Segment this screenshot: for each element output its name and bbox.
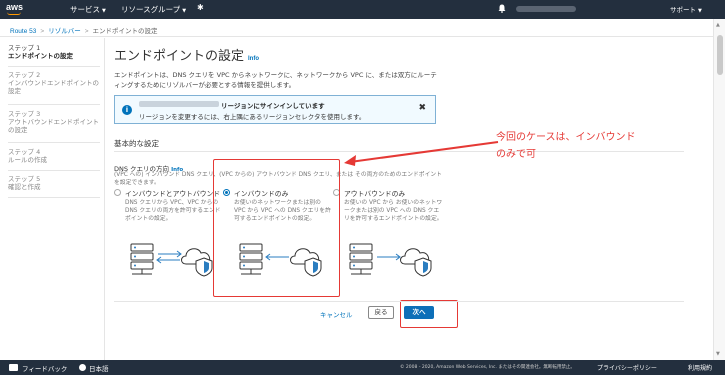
annotation-text: 今回のケースは、インバウンド のみで可 xyxy=(496,129,636,163)
account-menu[interactable] xyxy=(516,6,576,12)
step-name: ルールの作成 xyxy=(8,156,47,164)
info-circle-icon: i xyxy=(122,105,132,115)
annotation-arrow-icon xyxy=(344,141,499,166)
divider xyxy=(8,104,100,105)
option-title: インバウンドとアウトバウンド xyxy=(125,190,221,198)
scroll-down-icon[interactable]: ▼ xyxy=(716,351,720,357)
services-menu[interactable]: サービス ▼ xyxy=(70,4,106,15)
divider xyxy=(0,36,725,37)
server-cloud-shield-icon xyxy=(130,243,213,277)
alert-text: リージョンを変更するには、右上隅にあるリージョンセレクタを使用します。 xyxy=(139,113,366,121)
highlight-inbound-option xyxy=(213,159,340,297)
copyright-text: © 2008 - 2020, Amazon Web Services, Inc.… xyxy=(400,365,575,370)
close-icon[interactable]: ✖ xyxy=(418,103,426,113)
region-name-redacted xyxy=(139,101,219,107)
chevron-down-icon: ▼ xyxy=(698,8,702,14)
wizard-steps: ステップ 1 エンドポイントの設定 ステップ 2 インバウンドエンドポイントの設… xyxy=(0,38,103,358)
alert-title: リージョンにサインインしています xyxy=(221,102,325,110)
next-button[interactable]: 次へ xyxy=(404,306,434,319)
bottom-bar: フィードバック 日本語 © 2008 - 2020, Amazon Web Se… xyxy=(0,360,725,375)
scroll-up-icon[interactable]: ▲ xyxy=(716,22,720,28)
aws-logo-smile-icon xyxy=(7,12,21,15)
option-description: お使いの VPC から お使いのネットワークまたは別の VPC への DNS ク… xyxy=(344,200,443,222)
annotation-line-2: のみで可 xyxy=(496,149,536,160)
cancel-button[interactable]: キャンセル xyxy=(320,309,353,319)
page-description: エンドポイントは、DNS クエリを VPC からネットワークに、ネットワークから… xyxy=(114,71,437,89)
radio-inbound-outbound[interactable] xyxy=(114,189,121,196)
option-title: アウトバウンドのみ xyxy=(344,190,406,198)
chevron-right-icon: > xyxy=(84,28,89,35)
breadcrumb-route53[interactable]: Route 53 xyxy=(10,28,36,35)
feedback-button[interactable]: フィードバック xyxy=(22,363,67,373)
step-name: アウトバウンドエンドポイントの設定 xyxy=(8,118,99,134)
pin-icon[interactable]: ✱ xyxy=(197,3,204,12)
section-title: 基本的な設定 xyxy=(114,139,159,148)
step-number: ステップ 1 xyxy=(8,44,41,52)
step-5[interactable]: ステップ 5 確認と作成 xyxy=(8,175,100,191)
divider xyxy=(8,170,100,171)
step-name: 確認と作成 xyxy=(8,183,41,191)
divider xyxy=(8,142,100,143)
chevron-down-icon: ▼ xyxy=(102,8,106,14)
back-button[interactable]: 戻る xyxy=(368,306,394,319)
divider xyxy=(8,66,100,67)
step-2[interactable]: ステップ 2 インバウンドエンドポイントの設定 xyxy=(8,71,100,95)
language-selector[interactable]: 日本語 xyxy=(89,363,109,373)
page-title: エンドポイントの設定 Info xyxy=(114,45,259,64)
resource-groups-label: リソースグループ xyxy=(121,5,181,14)
support-menu[interactable]: サポート ▼ xyxy=(670,4,702,14)
divider xyxy=(104,38,105,360)
bell-icon[interactable] xyxy=(498,4,506,13)
scrollbar-thumb[interactable] xyxy=(717,35,723,75)
terms-link[interactable]: 利用規約 xyxy=(688,363,712,372)
chevron-down-icon: ▼ xyxy=(182,8,187,14)
step-4[interactable]: ステップ 4 ルールの作成 xyxy=(8,148,100,164)
server-cloud-shield-icon xyxy=(349,243,432,277)
step-number: ステップ 3 xyxy=(8,110,41,118)
step-name: インバウンドエンドポイントの設定 xyxy=(8,79,99,95)
globe-icon xyxy=(79,364,86,371)
breadcrumb-current: エンドポイントの設定 xyxy=(92,28,158,35)
step-name: エンドポイントの設定 xyxy=(8,52,73,60)
services-label: サービス xyxy=(70,5,100,14)
chevron-right-icon: > xyxy=(40,28,45,35)
vertical-scrollbar[interactable]: ▲ ▼ xyxy=(713,19,725,360)
feedback-icon xyxy=(9,364,18,371)
annotation-line-1: 今回のケースは、インバウンド xyxy=(496,132,636,143)
breadcrumb-resolver[interactable]: リゾルバー xyxy=(48,28,81,35)
option-description: DNS クエリから VPC、VPC からの DNS クエリの両方を許可するエンド… xyxy=(125,200,221,222)
divider xyxy=(8,197,100,198)
step-3[interactable]: ステップ 3 アウトバウンドエンドポイントの設定 xyxy=(8,110,100,134)
step-number: ステップ 4 xyxy=(8,148,41,156)
aws-logo[interactable]: aws xyxy=(6,2,23,12)
divider xyxy=(114,301,684,302)
top-navigation: aws サービス ▼ リソースグループ ▼ ✱ サポート ▼ xyxy=(0,0,725,19)
step-number: ステップ 2 xyxy=(8,71,41,79)
step-1[interactable]: ステップ 1 エンドポイントの設定 xyxy=(8,44,100,60)
support-label: サポート xyxy=(670,6,696,14)
region-alert: i リージョンにサインインしています リージョンを変更するには、右上隅にあるリー… xyxy=(114,95,436,124)
breadcrumb: Route 53 > リゾルバー > エンドポイントの設定 xyxy=(10,25,157,35)
resource-groups-menu[interactable]: リソースグループ ▼ xyxy=(121,4,186,15)
privacy-policy-link[interactable]: プライバシーポリシー xyxy=(597,363,657,372)
page-title-text: エンドポイントの設定 xyxy=(114,48,245,63)
step-number: ステップ 5 xyxy=(8,175,41,183)
info-link[interactable]: Info xyxy=(248,56,259,62)
